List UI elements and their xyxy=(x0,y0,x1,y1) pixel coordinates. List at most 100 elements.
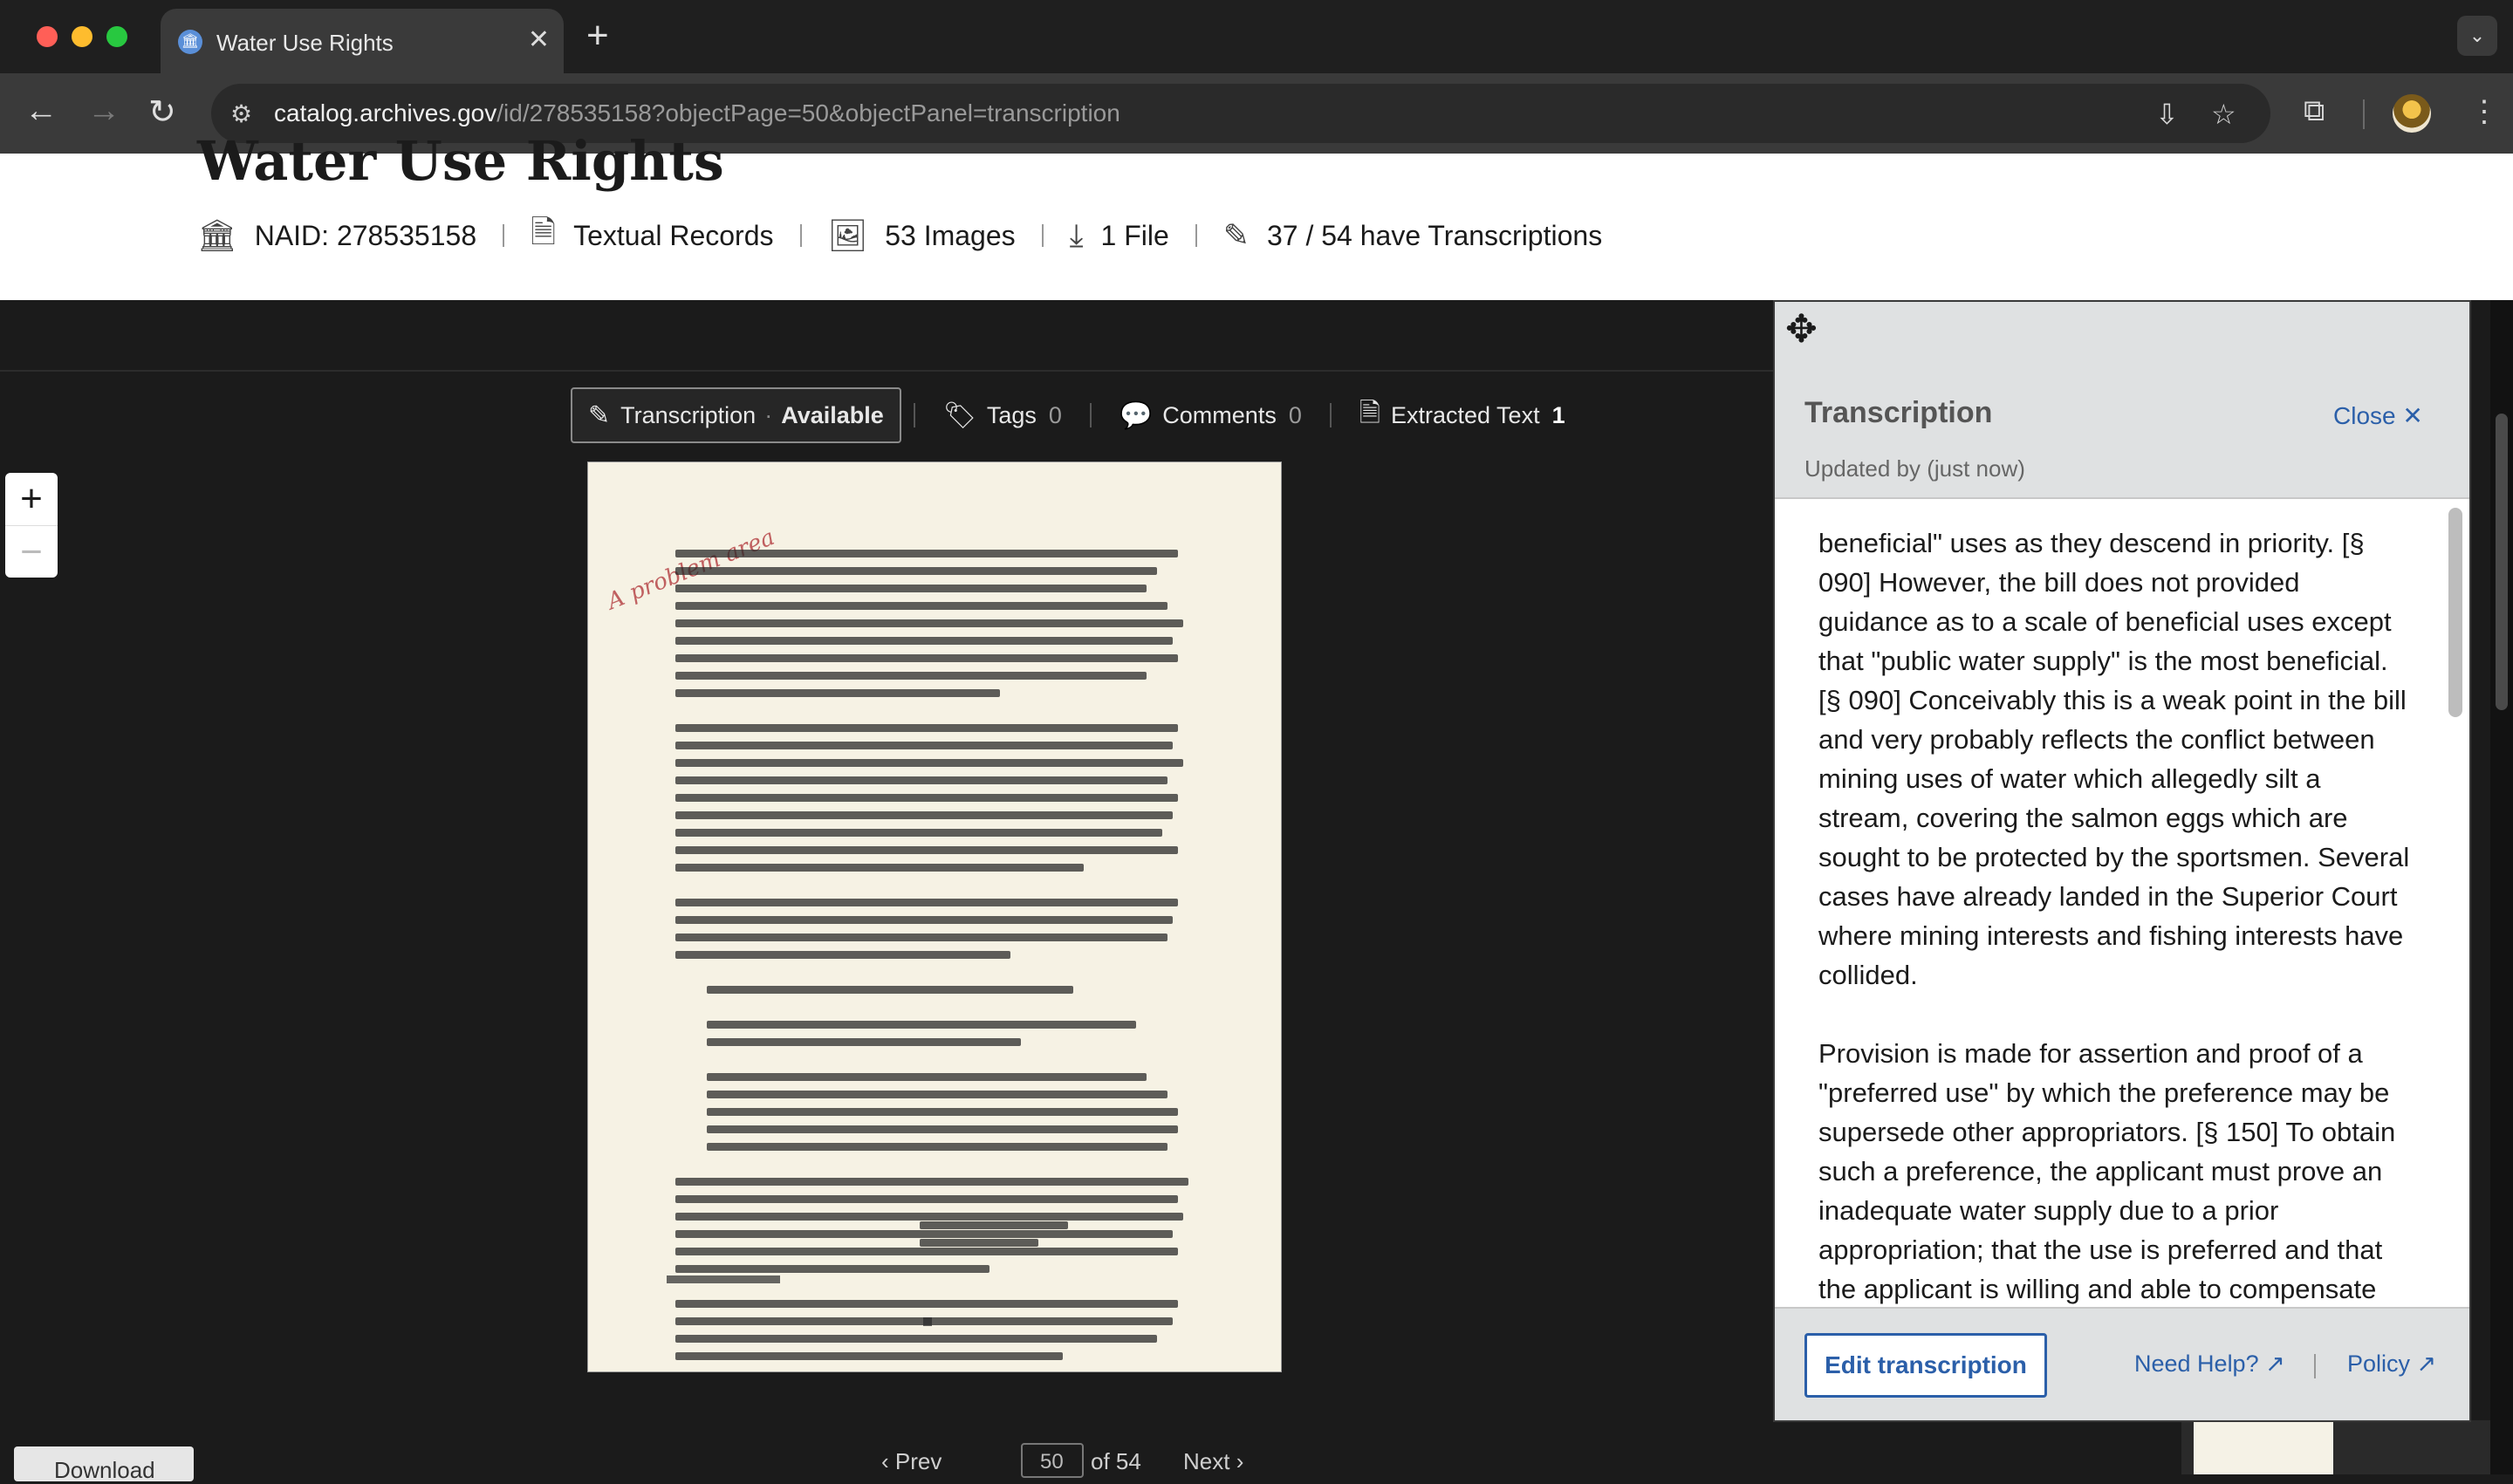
naid-text: NAID: 278535158 xyxy=(254,219,477,251)
tab-comments[interactable]: 💬 Comments 0 xyxy=(1104,387,1318,443)
pagination: ‹ Prev 50 of 54 Next › xyxy=(0,1429,1773,1478)
tab-transcription-label: Transcription xyxy=(620,401,757,428)
url-host: catalog.archives.gov xyxy=(274,99,497,127)
tab-transcription-status: Available xyxy=(781,401,884,428)
tab-extracted-text[interactable]: 🗎 Extracted Text 1 xyxy=(1344,387,1581,443)
record-header: Water Use Rights 🏛 NAID: 278535158 🗎 Tex… xyxy=(0,129,2513,300)
new-tab-icon[interactable]: + xyxy=(586,14,609,58)
tab-divider xyxy=(1089,403,1092,427)
prev-button[interactable]: ‹ Prev xyxy=(881,1448,942,1475)
transcription-paragraph: beneficial" uses as they descend in prio… xyxy=(1818,528,2410,990)
object-panel-tabs: ✎ Transcription · Available 🏷 Tags 0 💬 C… xyxy=(571,387,1581,443)
page-scrollbar[interactable] xyxy=(2490,300,2513,1474)
record-metadata: 🏛 NAID: 278535158 🗎 Textual Records 🖼 53… xyxy=(197,214,1602,255)
tab-transcription[interactable]: ✎ Transcription · Available xyxy=(571,387,901,443)
page-scroll-thumb[interactable] xyxy=(2496,414,2508,710)
transcription-paragraph: Provision is made for assertion and proo… xyxy=(1818,1038,2396,1304)
zoom-control: + − xyxy=(5,473,58,578)
url-text[interactable]: catalog.archives.gov/id/278535158?object… xyxy=(274,99,1120,127)
tab-tags-count: 0 xyxy=(1048,401,1062,428)
transcriptions-text: 37 / 54 have Transcriptions xyxy=(1266,219,1603,251)
page-number-mark xyxy=(923,1317,932,1326)
transcription-panel: ✥ Transcription Close ✕ Updated by (just… xyxy=(1773,300,2471,1422)
transcription-title: Transcription xyxy=(1804,396,1993,429)
tab-divider xyxy=(1329,403,1332,427)
files-item: ⤓ 1 File xyxy=(1070,217,1169,255)
meta-divider xyxy=(503,224,505,247)
close-icon: ✕ xyxy=(2402,402,2423,429)
tab-divider xyxy=(913,403,915,427)
thumbnail-strip[interactable] xyxy=(2181,1420,2490,1474)
more-menu-icon[interactable]: ⋮ xyxy=(2469,94,2499,129)
policy-link[interactable]: Policy ↗ xyxy=(2347,1351,2436,1378)
document-icon: 🗎 xyxy=(531,213,557,250)
url-path: /id/278535158?objectPage=50&objectPanel=… xyxy=(496,99,1120,127)
tab-title: Water Use Rights xyxy=(216,30,394,56)
institution-icon: 🏛 xyxy=(197,217,237,253)
archives-icon: 🏛 xyxy=(178,30,202,54)
bookmark-star-icon[interactable]: ☆ xyxy=(2211,98,2236,131)
transcription-text: beneficial" uses as they descend in prio… xyxy=(1818,523,2412,1307)
file-download-icon: ⤓ xyxy=(1069,216,1084,253)
zoom-out-button[interactable]: − xyxy=(5,525,58,578)
document-page-image[interactable]: A problem area xyxy=(588,462,1281,1371)
signature-block xyxy=(920,1221,1068,1256)
record-type-item: 🗎 Textual Records xyxy=(531,209,773,263)
minimize-window-button[interactable] xyxy=(72,26,92,47)
tab-tags-label: Tags xyxy=(986,401,1037,428)
document-icon: 🗎 xyxy=(1359,398,1380,427)
tab-extracted-count: 1 xyxy=(1551,401,1565,428)
close-window-button[interactable] xyxy=(37,26,58,47)
meta-divider xyxy=(1041,224,1044,247)
comment-icon: 💬 xyxy=(1119,400,1153,430)
external-link-icon: ↗ xyxy=(2416,1351,2437,1377)
tag-icon: 🏷 xyxy=(942,400,976,430)
cc-line xyxy=(667,1275,780,1283)
download-button[interactable]: Download xyxy=(14,1446,194,1483)
images-item: 🖼 53 Images xyxy=(828,217,1016,254)
images-text: 53 Images xyxy=(885,219,1016,251)
toolbar-divider xyxy=(2363,99,2365,129)
browser-tab-bar: 🏛 Water Use Rights ✕ + ⌄ xyxy=(0,0,2513,73)
tab-extracted-label: Extracted Text xyxy=(1390,401,1540,428)
image-icon: 🖼 xyxy=(827,217,868,253)
updated-by-text: Updated by (just now) xyxy=(1804,455,2025,482)
edit-icon: ✎ xyxy=(1222,217,1250,253)
page-thumbnail[interactable] xyxy=(2194,1420,2333,1474)
zoom-in-button[interactable]: + xyxy=(5,473,58,525)
files-text: 1 File xyxy=(1100,219,1169,251)
record-type-text: Textual Records xyxy=(573,219,774,251)
profile-avatar[interactable] xyxy=(2393,94,2431,133)
transcription-footer: Edit transcription Need Help? ↗ Policy ↗ xyxy=(1775,1307,2469,1420)
naid-item: 🏛 NAID: 278535158 xyxy=(197,217,476,254)
meta-divider xyxy=(799,224,802,247)
transcription-scroll-thumb[interactable] xyxy=(2448,508,2462,717)
edit-icon: ✎ xyxy=(588,400,611,430)
extensions-icon[interactable]: ⧉ xyxy=(2304,94,2325,128)
site-settings-icon[interactable]: ⚙ xyxy=(230,99,252,128)
page-title: Water Use Rights xyxy=(197,129,724,193)
transcription-body[interactable]: beneficial" uses as they descend in prio… xyxy=(1775,499,2469,1307)
page-number-input[interactable]: 50 xyxy=(1021,1443,1084,1478)
tab-separator-dash: · xyxy=(764,401,773,428)
tab-close-icon[interactable]: ✕ xyxy=(528,24,550,55)
move-icon[interactable]: ✥ xyxy=(1785,307,1818,352)
tab-comments-count: 0 xyxy=(1288,401,1302,428)
close-panel-button[interactable]: Close ✕ xyxy=(2333,401,2423,430)
install-app-icon[interactable]: ⇩ xyxy=(2155,98,2179,131)
forward-icon[interactable]: → xyxy=(87,92,120,130)
next-button[interactable]: Next › xyxy=(1183,1448,1243,1475)
maximize-window-button[interactable] xyxy=(106,26,127,47)
edit-transcription-button[interactable]: Edit transcription xyxy=(1804,1333,2047,1398)
page-content: Water Use Rights 🏛 NAID: 278535158 🗎 Tex… xyxy=(0,129,2513,1483)
transcriptions-item: ✎ 37 / 54 have Transcriptions xyxy=(1223,217,1602,254)
reload-icon[interactable]: ↻ xyxy=(148,92,176,132)
need-help-link[interactable]: Need Help? ↗ xyxy=(2134,1351,2285,1378)
viewer-toolbar xyxy=(0,300,1773,372)
back-icon[interactable]: ← xyxy=(24,92,58,130)
tab-tags[interactable]: 🏷 Tags 0 xyxy=(928,387,1078,443)
tab-search-icon[interactable]: ⌄ xyxy=(2457,16,2497,56)
footer-divider xyxy=(2314,1354,2316,1378)
meta-divider xyxy=(1195,224,1197,247)
browser-tab[interactable]: 🏛 Water Use Rights ✕ xyxy=(161,9,564,73)
